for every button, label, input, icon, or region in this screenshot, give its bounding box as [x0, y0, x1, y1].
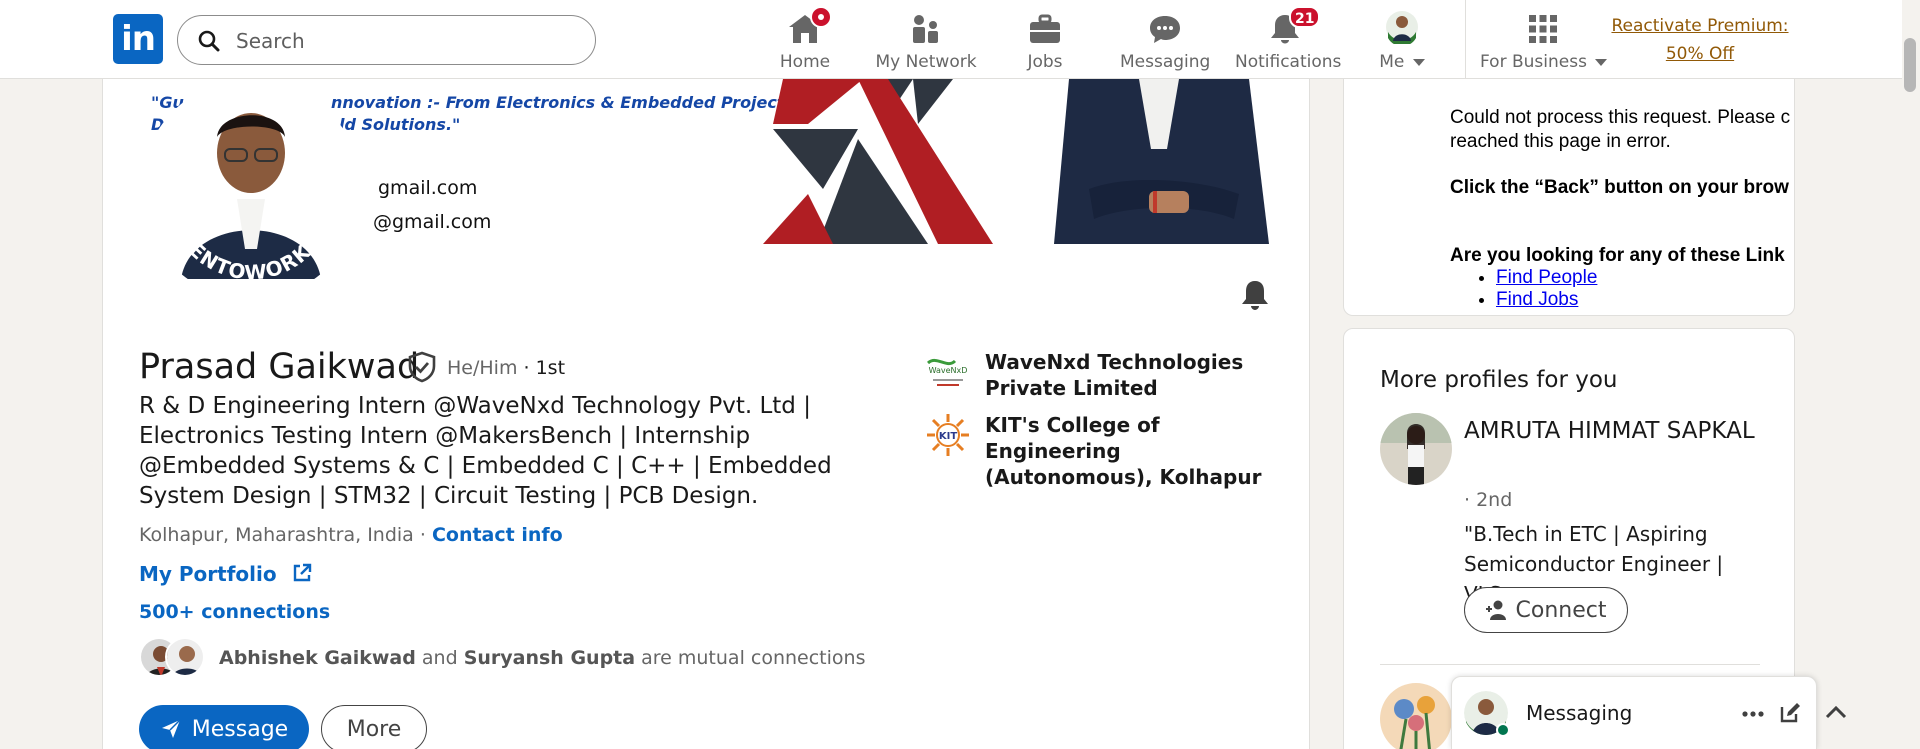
message-button-label: Message [191, 716, 289, 742]
send-icon [161, 719, 181, 738]
profile-card: "Gu nnovation :- From Electronics & Embe… [102, 79, 1310, 749]
experience-wavenxd-name: WaveNxd Technologies Private Limited [985, 350, 1244, 400]
reactivate-premium-link[interactable]: Reactivate Premium: 50% Off [1610, 12, 1790, 68]
location-text: Kolhapur, Maharashtra, India [139, 524, 414, 546]
mutual-avatar-2 [165, 637, 205, 677]
connect-button[interactable]: Connect [1464, 587, 1628, 633]
notification-count-badge: 21 [1289, 6, 1321, 28]
nav-for-business[interactable]: For Business [1480, 8, 1608, 72]
svg-text:KIT: KIT [939, 431, 957, 442]
more-profiles-title: More profiles for you [1380, 367, 1618, 393]
nav-my-network-label: My Network [875, 52, 977, 72]
page-scrollbar[interactable] [1902, 0, 1920, 749]
suggested-profile-avatar[interactable] [1380, 413, 1452, 485]
search-box[interactable] [177, 15, 596, 65]
chevron-down-icon [1595, 58, 1608, 66]
briefcase-icon [1030, 14, 1060, 43]
error-line-2: reached this page in error. [1450, 131, 1671, 152]
nav-messaging[interactable]: Messaging [1120, 8, 1210, 72]
nav-messaging-label: Messaging [1120, 52, 1211, 72]
nav-jobs[interactable]: Jobs [1015, 8, 1075, 72]
online-status-dot [1496, 723, 1510, 737]
banner-email-1: gmail.com [378, 177, 478, 199]
portfolio-link[interactable]: My Portfolio [139, 562, 312, 586]
contact-info-link[interactable]: Contact info [432, 524, 563, 546]
grid-icon [1528, 15, 1557, 43]
banner-quote-line1: nnovation :- From Electronics & Embedded… [331, 93, 785, 112]
profile-headline: R & D Engineering Intern @WaveNxd Techno… [139, 393, 832, 509]
more-options-icon[interactable] [1740, 701, 1766, 727]
follow-bell-icon[interactable] [1239, 279, 1271, 311]
nav-notifications[interactable]: 21 Notifications [1235, 6, 1342, 72]
find-people-item: Find People [1496, 267, 1597, 289]
find-jobs-link[interactable]: Find Jobs [1496, 289, 1578, 310]
nav-my-network[interactable]: My Network [870, 8, 982, 72]
top-navigation: in Home My Network [0, 0, 1920, 79]
location-line: Kolhapur, Maharashtra, India · Contact i… [139, 524, 563, 546]
banner-person-photo [1049, 79, 1279, 244]
error-panel: Could not process this request. Please c… [1343, 79, 1795, 316]
mutual-connections-text: Abhishek Gaikwad and Suryansh Gupta are … [219, 647, 865, 669]
nav-home-label: Home [779, 52, 831, 72]
more-button[interactable]: More [321, 705, 427, 749]
mutual-name-1: Abhishek Gaikwad [219, 647, 416, 669]
mutual-name-2: Suryansh Gupta [463, 647, 636, 669]
nav-notifications-label: Notifications [1235, 52, 1342, 72]
education-kit-name: KIT's College of Engineering (Autonomous… [985, 413, 1262, 489]
suggested-profile-name[interactable]: AMRUTA HIMMAT SAPKAL [1464, 413, 1764, 449]
pronouns: He/Him [447, 357, 518, 379]
nav-jobs-label: Jobs [1027, 52, 1063, 72]
banner-logo-graphic [763, 79, 993, 244]
error-line-3: Click the “Back” button on your brow [1450, 177, 1789, 198]
find-people-link[interactable]: Find People [1496, 267, 1597, 288]
mutual-and: and [415, 647, 464, 669]
suggested-profile-avatar-2[interactable] [1380, 683, 1452, 749]
connection-degree: · 1st [523, 357, 566, 379]
nav-home[interactable]: Home [775, 6, 835, 72]
premium-line-1: Reactivate Premium: [1611, 16, 1789, 36]
nav-divider [1465, 0, 1466, 79]
compose-icon[interactable] [1778, 701, 1802, 725]
profile-name: Prasad Gaikwad [139, 347, 420, 387]
pronouns-degree: He/Him · 1st [447, 357, 565, 379]
home-notification-dot [810, 6, 832, 28]
message-button[interactable]: Message [139, 705, 309, 749]
kit-college-logo: KIT [926, 413, 970, 457]
scrollbar-thumb[interactable] [1904, 38, 1916, 92]
mutual-suffix: are mutual connections [635, 647, 866, 669]
messaging-title: Messaging [1526, 701, 1633, 725]
error-links: Find People Find Jobs [1450, 267, 1597, 311]
nav-me[interactable]: Me [1372, 8, 1432, 72]
chevron-up-icon[interactable] [1824, 701, 1848, 725]
connections-count-link[interactable]: 500+ connections [139, 601, 330, 623]
linkedin-logo[interactable]: in [113, 14, 163, 64]
connect-button-label: Connect [1515, 597, 1607, 623]
banner-email-2: @gmail.com [373, 211, 492, 233]
avatar-icon [1386, 11, 1418, 44]
add-person-icon [1485, 600, 1506, 620]
nav-me-label: Me [1372, 52, 1432, 72]
messaging-dock[interactable]: Messaging [1451, 676, 1847, 749]
error-line-4: Are you looking for any of these Link [1450, 245, 1785, 266]
profile-photo-opentowork[interactable]: #OPENTOWORK [141, 79, 361, 309]
verified-shield-icon[interactable] [407, 351, 437, 383]
svg-text:WaveNxD: WaveNxD [929, 366, 968, 375]
search-input[interactable] [236, 26, 576, 56]
error-line-1: Could not process this request. Please c [1450, 107, 1791, 128]
wavenxd-logo: WaveNxD [925, 349, 971, 395]
location-separator: · [413, 524, 432, 546]
premium-line-2: 50% Off [1665, 44, 1735, 64]
chat-icon [1150, 16, 1180, 43]
external-link-icon [293, 563, 311, 582]
profiles-divider [1380, 664, 1760, 665]
nav-for-business-label: For Business [1480, 52, 1608, 72]
portfolio-label: My Portfolio [139, 562, 277, 586]
search-icon [198, 30, 220, 52]
network-icon [913, 15, 938, 43]
suggested-profile-degree: · 2nd [1464, 489, 1513, 511]
chevron-down-icon [1412, 58, 1425, 66]
find-jobs-item: Find Jobs [1496, 289, 1597, 311]
